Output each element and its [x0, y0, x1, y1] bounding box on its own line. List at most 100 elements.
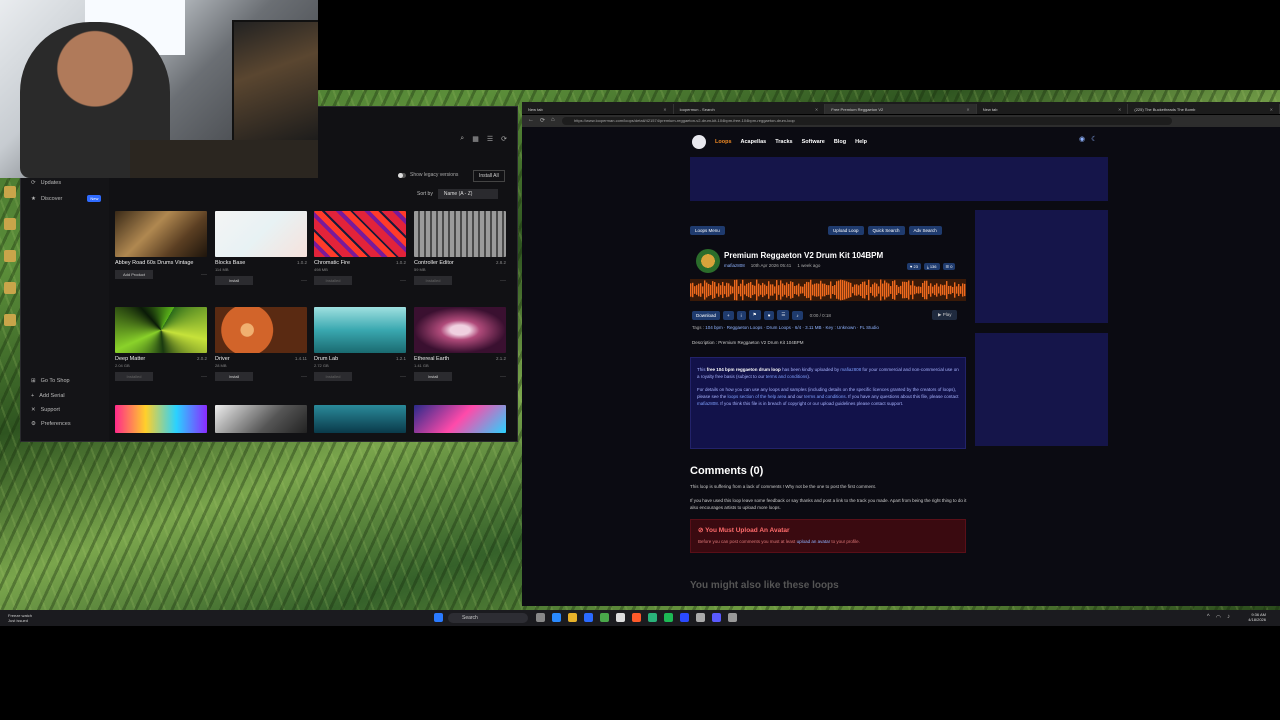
more-icon[interactable]: ···: [400, 374, 406, 380]
nav-acapellas[interactable]: Acapellas: [741, 139, 767, 145]
tab-youtube[interactable]: (225) The Bucketheads The Bomb ✕: [1128, 104, 1280, 114]
site-logo-icon[interactable]: [692, 135, 706, 149]
close-icon[interactable]: ✕: [815, 107, 818, 112]
grid-view-icon[interactable]: ▦: [472, 135, 479, 143]
nav-software[interactable]: Software: [802, 139, 825, 145]
waveform[interactable]: [690, 279, 966, 301]
weather-widget[interactable]: Freeze watch Just issued: [8, 613, 32, 623]
file-explorer-icon[interactable]: [568, 613, 577, 622]
author-link[interactable]: mafiaz808: [840, 367, 861, 372]
back-icon[interactable]: ←: [528, 117, 534, 124]
close-icon[interactable]: ✕: [1118, 107, 1121, 112]
add-product-button[interactable]: Add Product: [115, 270, 153, 279]
app-icon[interactable]: [696, 613, 705, 622]
more-icon[interactable]: ···: [301, 374, 307, 380]
upload-loop-button[interactable]: Upload Loop: [828, 226, 864, 235]
install-button[interactable]: Install: [215, 276, 253, 285]
sidebar-item-preferences[interactable]: ⚙ Preferences: [31, 421, 71, 427]
list-icon[interactable]: ☰: [777, 310, 790, 320]
edge-icon[interactable]: [552, 613, 561, 622]
url-field[interactable]: https://www.looperman.com/loops/detail/4…: [562, 117, 1172, 125]
product-card[interactable]: [414, 405, 506, 433]
help-link[interactable]: loops section of the help area: [728, 394, 787, 399]
discord-icon[interactable]: [712, 613, 721, 622]
likes-badge[interactable]: ♥ 23: [907, 263, 921, 270]
adv-search-button[interactable]: Adv Search: [908, 226, 942, 235]
desktop-folder-icon[interactable]: [4, 282, 16, 294]
download-button[interactable]: Download: [692, 310, 721, 320]
upload-avatar-link[interactable]: upload an avatar: [797, 539, 831, 544]
install-all-button[interactable]: Install All: [473, 170, 505, 182]
clock[interactable]: 9:36 AM 4/18/2026: [1248, 612, 1266, 622]
app-icon[interactable]: [648, 613, 657, 622]
sidebar-item-discover[interactable]: ★ Discover New: [31, 195, 102, 202]
author-avatar[interactable]: [696, 249, 720, 273]
flag-icon[interactable]: ⚑: [748, 310, 761, 320]
volume-icon[interactable]: ♪: [792, 310, 803, 320]
product-card[interactable]: [115, 405, 207, 433]
quick-search-button[interactable]: Quick Search: [867, 226, 905, 235]
volume-icon[interactable]: ♪: [1227, 614, 1230, 621]
more-icon[interactable]: ···: [301, 278, 307, 284]
author-link[interactable]: mafiaz808: [724, 263, 745, 268]
more-icon[interactable]: ···: [500, 374, 506, 380]
chevron-up-icon[interactable]: ^: [1207, 614, 1210, 621]
taskbar-search[interactable]: Search: [448, 613, 528, 623]
refresh-icon[interactable]: ⟳: [501, 135, 507, 143]
product-card[interactable]: Driver 1.4.11 28 MB Install ···: [215, 307, 307, 381]
product-card[interactable]: Blocks Base 1.0.2 114 MB Install ···: [215, 211, 307, 285]
install-button[interactable]: Install: [215, 372, 253, 381]
app-icon[interactable]: [680, 613, 689, 622]
installed-button[interactable]: Installed: [314, 276, 352, 285]
more-icon[interactable]: ···: [201, 272, 207, 278]
installed-button[interactable]: Installed: [414, 276, 452, 285]
spotify-icon[interactable]: [664, 613, 673, 622]
task-view-icon[interactable]: [536, 613, 545, 622]
toggle-switch[interactable]: [398, 172, 406, 178]
app-icon[interactable]: [728, 613, 737, 622]
legacy-toggle[interactable]: Show legacy versions: [398, 172, 458, 178]
loops-menu-button[interactable]: Loops Menu: [690, 226, 725, 235]
desktop-folder-icon[interactable]: [4, 314, 16, 326]
product-card[interactable]: [215, 405, 307, 433]
sidebar-item-updates[interactable]: ⟳ Updates: [31, 180, 61, 186]
product-card[interactable]: Deep Matter 2.0.2 2.04 GB Installed ···: [115, 307, 207, 381]
add-icon[interactable]: +: [723, 310, 734, 320]
close-icon[interactable]: ✕: [1270, 107, 1273, 112]
close-icon[interactable]: ✕: [966, 107, 969, 112]
sort-dropdown[interactable]: Name (A - Z): [437, 189, 498, 199]
product-card[interactable]: Drum Lab 1.2.1 2.72 GB Installed ···: [314, 307, 406, 381]
chrome-icon[interactable]: [600, 613, 609, 622]
close-icon[interactable]: ✕: [663, 107, 666, 112]
tab-loop-page[interactable]: Free Premium Reggaeton V2 ✕: [825, 104, 977, 114]
product-card[interactable]: Abbey Road 60s Drums Vintage Add Product…: [115, 211, 207, 279]
sidebar-item-shop[interactable]: ⊞ Go To Shop: [31, 378, 70, 384]
play-button[interactable]: ▶ Play: [932, 310, 958, 320]
tab-new-tab[interactable]: New tab ✕: [522, 104, 674, 114]
start-icon[interactable]: [434, 613, 443, 622]
more-icon[interactable]: ···: [201, 374, 207, 380]
reload-icon[interactable]: ⟳: [540, 117, 545, 124]
installed-button[interactable]: Installed: [115, 372, 153, 381]
sidebar-item-add-serial[interactable]: + Add Serial: [31, 393, 65, 399]
more-icon[interactable]: ···: [400, 278, 406, 284]
home-icon[interactable]: ⌂: [551, 117, 555, 124]
user-icon[interactable]: ◉: [1079, 135, 1085, 143]
desktop-folder-icon[interactable]: [4, 218, 16, 230]
app-icon[interactable]: [616, 613, 625, 622]
product-card[interactable]: [314, 405, 406, 433]
tab-new-tab-2[interactable]: New tab ✕: [977, 104, 1129, 114]
nav-loops[interactable]: Loops: [715, 139, 732, 145]
terms-link[interactable]: terms and conditions: [766, 374, 808, 379]
store-icon[interactable]: [584, 613, 593, 622]
app-icon[interactable]: [632, 613, 641, 622]
more-icon[interactable]: ···: [500, 278, 506, 284]
nav-blog[interactable]: Blog: [834, 139, 846, 145]
terms-link[interactable]: terms and conditions: [804, 394, 846, 399]
wifi-icon[interactable]: ◠: [1216, 614, 1221, 621]
install-button[interactable]: Install: [414, 372, 452, 381]
list-view-icon[interactable]: ☰: [487, 135, 493, 143]
search-icon[interactable]: ⌕: [460, 135, 464, 143]
product-card[interactable]: Ethereal Earth 2.1.2 1.41 GB Install ···: [414, 307, 506, 381]
author-link[interactable]: mafiaz808: [697, 401, 718, 406]
